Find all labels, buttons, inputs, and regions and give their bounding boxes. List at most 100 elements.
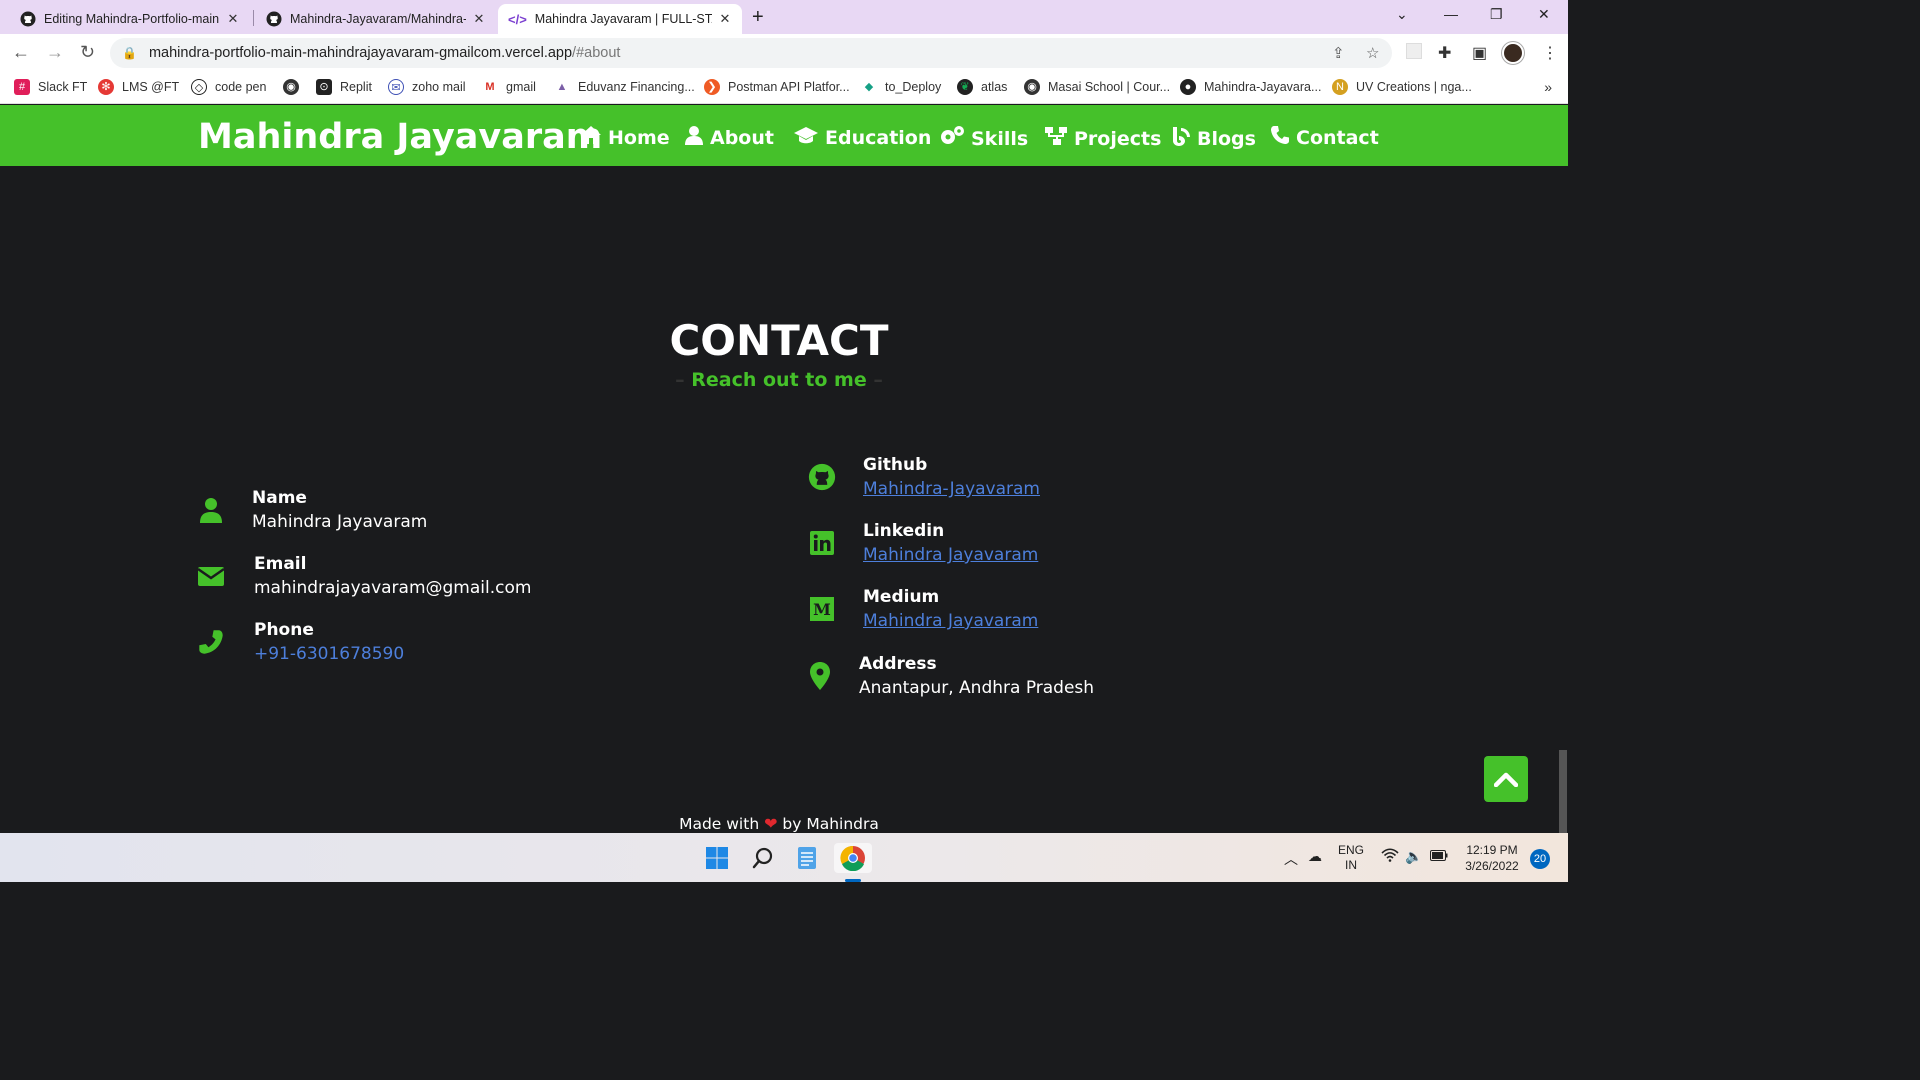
site-brand[interactable]: Mahindra Jayavaram — [198, 117, 602, 157]
volume-icon[interactable]: 🔈 — [1405, 848, 1422, 865]
bookmark-item[interactable]: Mgmail — [482, 79, 536, 95]
address-bar[interactable]: 🔒 mahindra-portfolio-main-mahindrajayava… — [110, 38, 1392, 68]
browser-tab-bar: Editing Mahindra-Portfolio-main ✕ Mahind… — [0, 0, 1568, 34]
user-icon — [196, 497, 226, 523]
battery-icon[interactable] — [1430, 850, 1448, 864]
linkedin-link[interactable]: Mahindra Jayavaram — [863, 545, 1038, 565]
bookmark-item[interactable]: ❯ Postman API Platfor... — [704, 79, 850, 95]
lms-icon: ✻ — [98, 79, 114, 95]
scrollbar-thumb[interactable] — [1559, 750, 1567, 833]
puzzle-extensions-icon[interactable]: ✚ — [1438, 43, 1451, 63]
github-icon — [20, 11, 36, 27]
slack-icon: # — [14, 79, 30, 95]
contact-label: Name — [252, 488, 307, 508]
extension-icon[interactable] — [1406, 43, 1422, 59]
share-icon[interactable]: ⇪ — [1332, 44, 1345, 62]
bookmark-label: code pen — [215, 80, 267, 94]
bookmark-item[interactable]: ◉ Masai School | Cour... — [1024, 79, 1170, 95]
footer-text: Made with — [679, 815, 760, 833]
eduvanz-icon: ▲ — [554, 79, 570, 95]
tab-close-icon[interactable]: ✕ — [718, 11, 732, 27]
bookmark-item[interactable]: ◇ code pen — [191, 79, 266, 95]
bookmarks-overflow-icon[interactable]: » — [1544, 79, 1552, 95]
contact-email[interactable]: mahindrajayavaram@gmail.com — [254, 578, 531, 598]
search-icon[interactable] — [748, 843, 778, 873]
chevron-up-icon — [1494, 772, 1518, 787]
blog-icon — [1171, 125, 1191, 152]
browser-tab[interactable]: Editing Mahindra-Portfolio-main ✕ — [10, 4, 250, 34]
minimize-button[interactable]: — — [1444, 6, 1458, 22]
onedrive-cloud-icon[interactable]: ☁ — [1308, 848, 1322, 865]
bookmark-item[interactable]: ▲ Eduvanz Financing... — [554, 79, 695, 95]
github-link[interactable]: Mahindra-Jayavaram — [863, 479, 1040, 499]
windows-taskbar: ︿ ☁ ENG IN 🔈 12:19 PM 3/26/2022 20 — [0, 833, 1568, 882]
gmail-icon: M — [482, 79, 498, 95]
nav-about[interactable]: About — [684, 125, 774, 150]
github-icon — [807, 463, 837, 491]
contact-value: Anantapur, Andhra Pradesh — [859, 678, 1095, 698]
url-host: mahindra-portfolio-main-mahindrajayavara… — [148, 45, 573, 61]
tab-search-icon[interactable]: ⌄ — [1396, 6, 1408, 23]
user-icon — [684, 125, 704, 150]
bookmark-item[interactable]: ✻ LMS @FT — [98, 79, 179, 95]
nav-home[interactable]: Home — [580, 125, 670, 150]
bookmark-item[interactable]: # Slack FT — [14, 79, 87, 95]
tab-title: Editing Mahindra-Portfolio-main — [44, 12, 220, 26]
contact-section: CONTACT – Reach out to me – Name Mahindr… — [0, 166, 1568, 833]
notification-badge[interactable]: 20 — [1530, 849, 1550, 869]
clock[interactable]: 12:19 PM 3/26/2022 — [1458, 842, 1526, 874]
bookmark-label: Slack FT — [38, 80, 88, 94]
active-app-indicator — [845, 879, 861, 882]
forward-button[interactable]: → — [46, 42, 64, 63]
medium-link[interactable]: Mahindra Jayavaram — [863, 611, 1038, 631]
nav-contact[interactable]: Contact — [1270, 125, 1379, 150]
bookmark-item[interactable]: ◆ to_Deploy — [861, 79, 941, 95]
region-code: IN — [1345, 858, 1357, 872]
new-tab-button[interactable]: + — [752, 6, 764, 29]
nav-label: Education — [825, 126, 932, 149]
more-menu-icon[interactable]: ⋮ — [1542, 43, 1558, 63]
reload-button[interactable]: ↻ — [80, 42, 95, 63]
tab-close-icon[interactable]: ✕ — [226, 11, 240, 27]
contact-phone-link[interactable]: +91-6301678590 — [254, 644, 404, 664]
profile-avatar[interactable] — [1502, 42, 1524, 64]
nav-skills[interactable]: Skills — [939, 125, 1028, 152]
nav-projects[interactable]: Projects — [1044, 125, 1161, 152]
nav-label: About — [710, 126, 774, 149]
github-icon — [266, 11, 282, 27]
restore-button[interactable]: ❐ — [1490, 6, 1503, 23]
scroll-to-top-button[interactable] — [1484, 756, 1528, 802]
url-path: /#about — [572, 45, 621, 61]
bookmark-item[interactable]: ⊙ Replit — [316, 79, 372, 95]
bookmark-item[interactable]: ❦ atlas — [957, 79, 1007, 95]
wifi-icon[interactable] — [1381, 848, 1399, 865]
chrome-taskbar-icon[interactable] — [834, 843, 872, 873]
bookmark-item[interactable]: ◉ — [283, 79, 307, 95]
side-panel-icon[interactable]: ▣ — [1472, 43, 1487, 63]
code-icon: </> — [508, 11, 527, 27]
bookmark-label: atlas — [981, 80, 1008, 94]
envelope-icon — [196, 565, 226, 587]
notepad-icon[interactable] — [792, 843, 822, 873]
browser-tab[interactable]: Mahindra-Jayavaram/Mahindra-P ✕ — [256, 4, 496, 34]
page-scrollbar[interactable] — [1558, 166, 1568, 833]
tray-overflow-icon[interactable]: ︿ — [1284, 849, 1298, 869]
medium-icon: M — [807, 597, 837, 621]
close-window-button[interactable]: ✕ — [1538, 6, 1550, 23]
language-indicator[interactable]: ENG IN — [1334, 843, 1368, 873]
contact-item-medium: M Medium Mahindra Jayavaram — [807, 587, 1038, 631]
windows-start-icon[interactable] — [702, 843, 732, 873]
replit-icon: ⊙ — [316, 79, 332, 95]
nav-education[interactable]: Education — [793, 125, 931, 150]
bookmark-item[interactable]: N UV Creations | nga... — [1332, 79, 1472, 95]
bookmark-item[interactable]: ✉ zoho mail — [388, 79, 466, 95]
nav-blogs[interactable]: Blogs — [1171, 125, 1256, 152]
browser-tab-active[interactable]: </> Mahindra Jayavaram | FULL-STAC ✕ — [498, 4, 742, 34]
contact-item-address: Address Anantapur, Andhra Pradesh — [805, 654, 1094, 698]
lock-icon: 🔒 — [122, 46, 137, 60]
bookmark-star-icon[interactable]: ☆ — [1366, 44, 1379, 62]
bookmark-item[interactable]: ● Mahindra-Jayavara... — [1180, 79, 1321, 95]
tab-close-icon[interactable]: ✕ — [472, 11, 486, 27]
nav-label: Blogs — [1197, 127, 1256, 150]
back-button[interactable]: ← — [12, 42, 30, 63]
